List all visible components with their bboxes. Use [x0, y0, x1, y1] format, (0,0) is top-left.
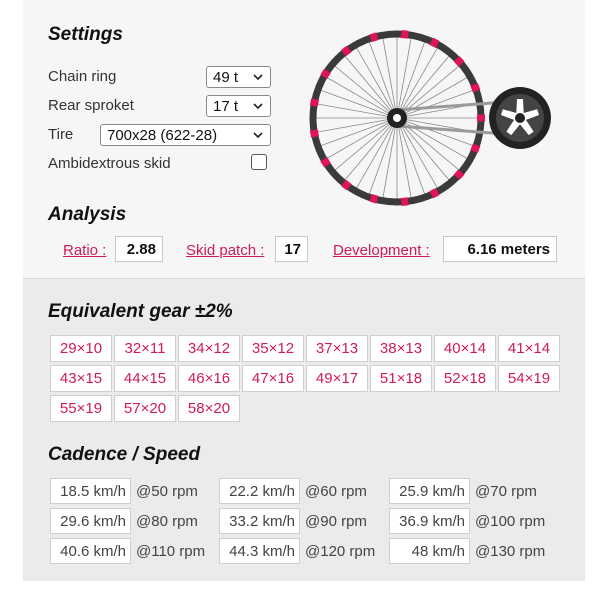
speed-value: 48 km/h: [389, 538, 470, 564]
cadence-rpm-label: @60 rpm: [305, 483, 367, 500]
cadence-rpm-label: @80 rpm: [136, 513, 198, 530]
wheel-spoke: [316, 118, 392, 133]
chevron-down-icon: [253, 132, 263, 139]
wheel-spoke: [397, 37, 412, 113]
cadence-rpm-label: @120 rpm: [305, 543, 376, 560]
settings-heading: Settings: [48, 24, 123, 45]
cadence-rpm-label: @90 rpm: [305, 513, 367, 530]
gear-option[interactable]: 38×13: [370, 335, 432, 362]
chain-ring-icon: [489, 87, 551, 149]
speed-value: 25.9 km/h: [389, 478, 470, 504]
cadence-rpm-label: @70 rpm: [475, 483, 537, 500]
wheel-spoke: [397, 123, 412, 199]
speed-value: 40.6 km/h: [50, 538, 131, 564]
development-value: 6.16 meters: [443, 236, 557, 262]
ambidextrous-label: Ambidextrous skid: [48, 155, 171, 172]
equivalent-gear-heading: Equivalent gear ±2%: [48, 301, 233, 322]
ambidextrous-checkbox[interactable]: [251, 154, 267, 170]
skid-patch-marker: [400, 30, 409, 39]
wheel-spoke: [343, 122, 394, 182]
chain-ring-label: Chain ring: [48, 68, 117, 85]
skid-patch-marker: [309, 129, 320, 138]
cadence-speed-heading: Cadence / Speed: [48, 444, 201, 465]
gear-option[interactable]: 49×17: [306, 365, 368, 392]
speed-value: 33.2 km/h: [219, 508, 300, 534]
ratio-link[interactable]: Ratio :: [63, 242, 106, 259]
gear-option[interactable]: 29×10: [50, 335, 112, 362]
gear-option[interactable]: 43×15: [50, 365, 112, 392]
wheel-spoke: [400, 122, 451, 182]
gear-option[interactable]: 58×20: [178, 395, 240, 422]
ratio-value: 2.88: [115, 236, 163, 262]
gear-option[interactable]: 52×18: [434, 365, 496, 392]
chain-ring-value: 49 t: [213, 68, 239, 86]
speed-value: 29.6 km/h: [50, 508, 131, 534]
rear-sprocket-value: 17 t: [213, 97, 239, 115]
development-link[interactable]: Development :: [333, 242, 430, 259]
tire-select[interactable]: 700x28 (622-28): [100, 124, 271, 146]
speed-value: 36.9 km/h: [389, 508, 470, 534]
gear-option[interactable]: 46×16: [178, 365, 240, 392]
rear-sprocket-select[interactable]: 17 t: [206, 95, 271, 117]
gear-option[interactable]: 44×15: [114, 365, 176, 392]
analysis-heading: Analysis: [48, 204, 127, 225]
skid-patch-value: 17: [275, 236, 308, 262]
speed-value: 44.3 km/h: [219, 538, 300, 564]
wheel-spoke: [333, 64, 393, 115]
cadence-rpm-label: @110 rpm: [136, 543, 206, 560]
wheel-spoke: [333, 121, 393, 172]
bike-wheel-illustration: [309, 30, 551, 206]
cadence-rpm-label: @130 rpm: [475, 543, 546, 560]
cadence-rpm-label: @100 rpm: [475, 513, 546, 530]
wheel-spoke: [382, 37, 397, 113]
skid-patch-link[interactable]: Skid patch :: [186, 242, 264, 259]
wheel-spoke: [343, 54, 394, 114]
cadence-rpm-label: @50 rpm: [136, 483, 198, 500]
gear-option[interactable]: 32×11: [114, 335, 176, 362]
speed-value: 22.2 km/h: [219, 478, 300, 504]
results-panel: [23, 278, 585, 581]
gear-option[interactable]: 51×18: [370, 365, 432, 392]
gear-option[interactable]: 35×12: [242, 335, 304, 362]
chevron-down-icon: [253, 103, 263, 110]
speed-value: 18.5 km/h: [50, 478, 131, 504]
tire-value: 700x28 (622-28): [107, 126, 218, 144]
gear-option[interactable]: 57×20: [114, 395, 176, 422]
gear-option[interactable]: 37×13: [306, 335, 368, 362]
tire-label: Tire: [48, 126, 74, 143]
gear-option[interactable]: 47×16: [242, 365, 304, 392]
gear-option[interactable]: 41×14: [498, 335, 560, 362]
wheel-spoke: [382, 123, 397, 199]
gear-option[interactable]: 55×19: [50, 395, 112, 422]
chain-ring-select[interactable]: 49 t: [206, 66, 271, 88]
gear-option[interactable]: 34×12: [178, 335, 240, 362]
chevron-down-icon: [253, 74, 263, 81]
wheel-spoke: [400, 54, 451, 114]
gear-option[interactable]: 40×14: [434, 335, 496, 362]
rear-sprocket-label: Rear sproket: [48, 97, 134, 114]
skid-patch-marker: [477, 114, 485, 122]
wheel-spoke: [316, 103, 392, 118]
skid-patch-marker: [309, 98, 320, 107]
gear-option[interactable]: 54×19: [498, 365, 560, 392]
skid-patch-marker: [400, 197, 409, 206]
